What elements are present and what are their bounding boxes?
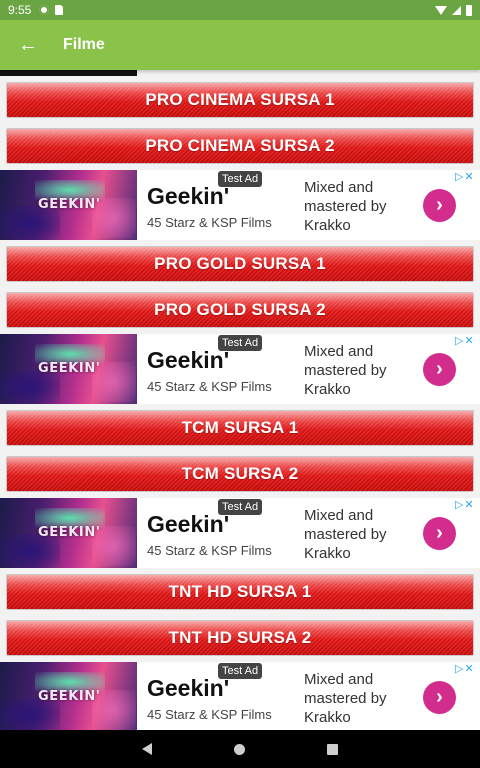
ad-image-text: GEEKIN' xyxy=(38,197,101,212)
channel-button[interactable]: PRO GOLD SURSA 2 xyxy=(6,292,474,328)
ad-image-partial xyxy=(0,70,137,76)
ad-description: Mixed and mastered by Krakko xyxy=(304,343,387,398)
ad-title[interactable]: Geekin' xyxy=(147,347,229,374)
ad-choices-icon[interactable]: ▷✕ xyxy=(455,498,475,511)
ad-subtitle: 45 Starz & KSP Films xyxy=(147,543,272,558)
gear-icon xyxy=(39,5,50,15)
ad-choices-icon[interactable]: ▷✕ xyxy=(455,170,475,183)
chevron-right-icon[interactable]: › xyxy=(423,681,456,714)
ad-image-text: GEEKIN' xyxy=(38,361,101,376)
channel-button[interactable]: PRO GOLD SURSA 1 xyxy=(6,246,474,282)
system-nav-bar xyxy=(0,730,480,768)
ad-image-text: GEEKIN' xyxy=(38,689,101,704)
channel-button[interactable]: TCM SURSA 1 xyxy=(6,410,474,446)
channel-button[interactable]: TCM SURSA 2 xyxy=(6,456,474,492)
ad-title[interactable]: Geekin' xyxy=(147,511,229,538)
signal-icon xyxy=(452,5,461,15)
app-bar: ← Filme xyxy=(0,20,480,70)
ad-subtitle: 45 Starz & KSP Films xyxy=(147,215,272,230)
ad-image-text: GEEKIN' xyxy=(38,525,101,540)
channel-button[interactable]: TNT HD SURSA 2 xyxy=(6,620,474,656)
ad-image[interactable]: GEEKIN' xyxy=(0,662,137,730)
arrow-left-icon: ← xyxy=(18,33,38,56)
ad-banner[interactable]: GEEKIN' Test Ad Geekin' 45 Starz & KSP F… xyxy=(0,170,480,240)
ad-subtitle: 45 Starz & KSP Films xyxy=(147,379,272,394)
ad-image[interactable]: GEEKIN' xyxy=(0,334,137,404)
channel-list[interactable]: PRO CINEMA SURSA 1 PRO CINEMA SURSA 2 GE… xyxy=(0,70,480,730)
back-triangle-icon[interactable] xyxy=(142,743,152,755)
ad-banner[interactable]: GEEKIN' Test Ad Geekin' 45 Starz & KSP F… xyxy=(0,334,480,404)
ad-choices-icon[interactable]: ▷✕ xyxy=(455,662,475,675)
status-time: 9:55 xyxy=(8,3,32,17)
ad-image[interactable]: GEEKIN' xyxy=(0,170,137,240)
battery-icon xyxy=(466,4,472,16)
ad-title[interactable]: Geekin' xyxy=(147,675,229,702)
ad-subtitle: 45 Starz & KSP Films xyxy=(147,707,272,722)
ad-choices-icon[interactable]: ▷✕ xyxy=(455,334,475,347)
ad-banner[interactable]: GEEKIN' Test Ad Geekin' 45 Starz & KSP F… xyxy=(0,498,480,568)
ad-description: Mixed and mastered by Krakko xyxy=(304,671,387,726)
sd-card-icon xyxy=(55,5,64,15)
recents-square-icon[interactable] xyxy=(327,743,338,755)
ad-banner[interactable]: GEEKIN' Test Ad Geekin' 45 Starz & KSP F… xyxy=(0,662,480,730)
chevron-right-icon[interactable]: › xyxy=(423,353,456,386)
ad-title[interactable]: Geekin' xyxy=(147,183,229,210)
home-circle-icon[interactable] xyxy=(234,743,245,755)
status-bar: 9:55 xyxy=(0,0,480,20)
channel-button[interactable]: TNT HD SURSA 1 xyxy=(6,574,474,610)
wifi-icon xyxy=(435,5,447,15)
chevron-right-icon[interactable]: › xyxy=(423,517,456,550)
ad-description: Mixed and mastered by Krakko xyxy=(304,179,387,234)
ad-image[interactable]: GEEKIN' xyxy=(0,498,137,568)
page-title: Filme xyxy=(63,36,105,53)
channel-button[interactable]: PRO CINEMA SURSA 2 xyxy=(6,128,474,164)
ad-description: Mixed and mastered by Krakko xyxy=(304,507,387,562)
back-button[interactable]: ← xyxy=(0,20,56,70)
chevron-right-icon[interactable]: › xyxy=(423,189,456,222)
channel-button[interactable]: PRO CINEMA SURSA 1 xyxy=(6,82,474,118)
